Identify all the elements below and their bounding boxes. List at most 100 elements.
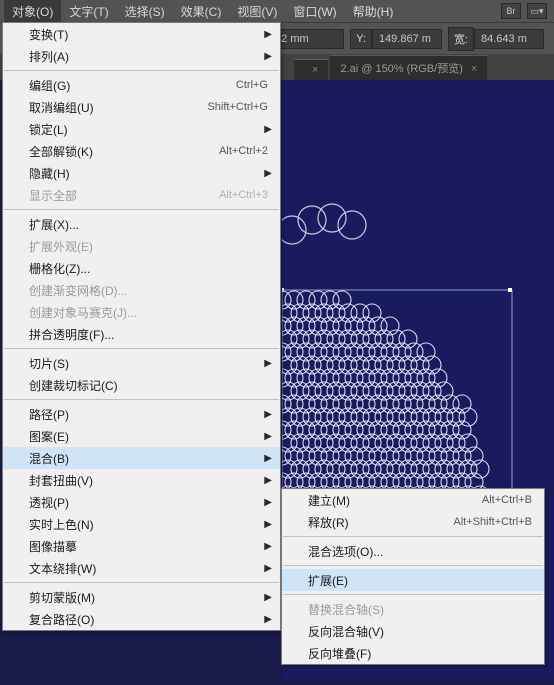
menu-shortcut: Shift+Ctrl+G <box>207 101 268 113</box>
menu-item-label: 封套扭曲(V) <box>29 472 268 489</box>
menu-item-label: 混合(B) <box>29 450 268 467</box>
menu-item-label: 编组(G) <box>29 77 236 94</box>
menu-separator <box>283 536 543 537</box>
menu-item-label: 混合选项(O)... <box>308 543 532 560</box>
width-value[interactable]: 84.643 m <box>474 29 544 49</box>
object-menu-item: 创建渐变网格(D)... <box>3 279 280 301</box>
object-menu-item[interactable]: 拼合透明度(F)... <box>3 323 280 345</box>
menu-item-label: 切片(S) <box>29 355 268 372</box>
menu-item-label: 复合路径(O) <box>29 611 268 628</box>
menu-item-label: 锁定(L) <box>29 121 268 138</box>
menu-effect[interactable]: 效果(C) <box>173 0 230 23</box>
menu-item-label: 图像描摹 <box>29 538 268 555</box>
menu-item-label: 透视(P) <box>29 494 268 511</box>
menu-separator <box>4 582 279 583</box>
menu-item-label: 扩展外观(E) <box>29 238 268 255</box>
object-menu-item[interactable]: 封套扭曲(V)▶ <box>3 469 280 491</box>
object-menu-item[interactable]: 栅格化(Z)... <box>3 257 280 279</box>
tab-2[interactable]: 2.ai @ 150% (RGB/预览)× <box>330 55 487 80</box>
menu-shortcut: Alt+Ctrl+2 <box>219 145 268 157</box>
object-menu-item[interactable]: 隐藏(H)▶ <box>3 162 280 184</box>
menu-item-label: 反向堆叠(F) <box>308 645 532 662</box>
menu-object[interactable]: 对象(O) <box>4 0 61 23</box>
menu-item-label: 全部解锁(K) <box>29 143 219 160</box>
object-menu-item: 创建对象马赛克(J)... <box>3 301 280 323</box>
menu-separator <box>4 209 279 210</box>
object-menu-item[interactable]: 切片(S)▶ <box>3 352 280 374</box>
submenu-arrow-icon: ▶ <box>264 614 272 625</box>
menu-select[interactable]: 选择(S) <box>117 0 173 23</box>
layout-button[interactable]: ▭▾ <box>527 3 547 19</box>
menu-separator <box>283 594 543 595</box>
object-menu-item[interactable]: 路径(P)▶ <box>3 403 280 425</box>
submenu-arrow-icon: ▶ <box>264 168 272 179</box>
object-menu-item[interactable]: 全部解锁(K)Alt+Ctrl+2 <box>3 140 280 162</box>
object-menu-item[interactable]: 混合(B)▶ <box>3 447 280 469</box>
blend-menu-item[interactable]: 释放(R)Alt+Shift+Ctrl+B <box>282 511 544 533</box>
menu-window[interactable]: 窗口(W) <box>285 0 344 23</box>
blend-menu-item[interactable]: 建立(M)Alt+Ctrl+B <box>282 489 544 511</box>
menu-item-label: 图案(E) <box>29 428 268 445</box>
object-menu-item[interactable]: 文本绕排(W)▶ <box>3 557 280 579</box>
object-menu-item[interactable]: 创建裁切标记(C) <box>3 374 280 396</box>
blend-menu-item: 替换混合轴(S) <box>282 598 544 620</box>
menu-item-label: 栅格化(Z)... <box>29 260 268 277</box>
close-icon[interactable]: × <box>312 64 318 76</box>
menu-shortcut: Alt+Ctrl+B <box>482 494 532 506</box>
menu-item-label: 扩展(X)... <box>29 216 268 233</box>
menu-item-label: 创建裁切标记(C) <box>29 377 268 394</box>
close-icon[interactable]: × <box>471 63 477 75</box>
menu-item-label: 拼合透明度(F)... <box>29 326 268 343</box>
blend-menu-item[interactable]: 扩展(E) <box>282 569 544 591</box>
menu-separator <box>283 565 543 566</box>
menu-item-label: 实时上色(N) <box>29 516 268 533</box>
x-value[interactable]: 2 mm <box>274 29 344 49</box>
submenu-arrow-icon: ▶ <box>264 124 272 135</box>
object-menu-item[interactable]: 编组(G)Ctrl+G <box>3 74 280 96</box>
menu-help[interactable]: 帮助(H) <box>345 0 402 23</box>
submenu-arrow-icon: ▶ <box>264 563 272 574</box>
menu-item-label: 隐藏(H) <box>29 165 268 182</box>
menu-item-label: 扩展(E) <box>308 572 532 589</box>
object-menu-item[interactable]: 图案(E)▶ <box>3 425 280 447</box>
object-menu-item[interactable]: 排列(A)▶ <box>3 45 280 67</box>
submenu-arrow-icon: ▶ <box>264 592 272 603</box>
menu-item-label: 路径(P) <box>29 406 268 423</box>
y-value[interactable]: 149.867 m <box>372 29 442 49</box>
y-field: Y: 149.867 m <box>350 29 442 49</box>
object-menu: 变换(T)▶排列(A)▶编组(G)Ctrl+G取消编组(U)Shift+Ctrl… <box>2 22 281 631</box>
bridge-button[interactable]: Br <box>501 3 521 19</box>
object-menu-item[interactable]: 图像描摹▶ <box>3 535 280 557</box>
object-menu-item[interactable]: 实时上色(N)▶ <box>3 513 280 535</box>
blend-menu-item[interactable]: 混合选项(O)... <box>282 540 544 562</box>
submenu-arrow-icon: ▶ <box>264 51 272 62</box>
menu-separator <box>4 70 279 71</box>
blend-menu-item[interactable]: 反向混合轴(V) <box>282 620 544 642</box>
menu-item-label: 取消编组(U) <box>29 99 207 116</box>
submenu-arrow-icon: ▶ <box>264 519 272 530</box>
menu-item-label: 排列(A) <box>29 48 268 65</box>
object-menu-item[interactable]: 取消编组(U)Shift+Ctrl+G <box>3 96 280 118</box>
menu-item-label: 释放(R) <box>308 514 453 531</box>
object-menu-item[interactable]: 变换(T)▶ <box>3 23 280 45</box>
menu-item-label: 反向混合轴(V) <box>308 623 532 640</box>
menu-item-label: 替换混合轴(S) <box>308 601 532 618</box>
menu-item-label: 显示全部 <box>29 187 219 204</box>
object-menu-item[interactable]: 复合路径(O)▶ <box>3 608 280 630</box>
object-menu-item[interactable]: 剪切蒙版(M)▶ <box>3 586 280 608</box>
tab-1[interactable]: × <box>294 59 328 80</box>
blend-menu-item[interactable]: 反向堆叠(F) <box>282 642 544 664</box>
menu-item-label: 创建对象马赛克(J)... <box>29 304 268 321</box>
menu-item-label: 文本绕排(W) <box>29 560 268 577</box>
object-menu-item[interactable]: 扩展(X)... <box>3 213 280 235</box>
object-menu-item[interactable]: 透视(P)▶ <box>3 491 280 513</box>
blend-submenu: 建立(M)Alt+Ctrl+B释放(R)Alt+Shift+Ctrl+B 混合选项… <box>281 488 545 665</box>
width-label: 宽: <box>448 27 474 51</box>
submenu-arrow-icon: ▶ <box>264 431 272 442</box>
object-menu-item[interactable]: 锁定(L)▶ <box>3 118 280 140</box>
submenu-arrow-icon: ▶ <box>264 29 272 40</box>
menu-view[interactable]: 视图(V) <box>229 0 285 23</box>
width-field: 宽: 84.643 m <box>448 27 544 51</box>
menu-type[interactable]: 文字(T) <box>61 0 116 23</box>
object-menu-item: 扩展外观(E) <box>3 235 280 257</box>
